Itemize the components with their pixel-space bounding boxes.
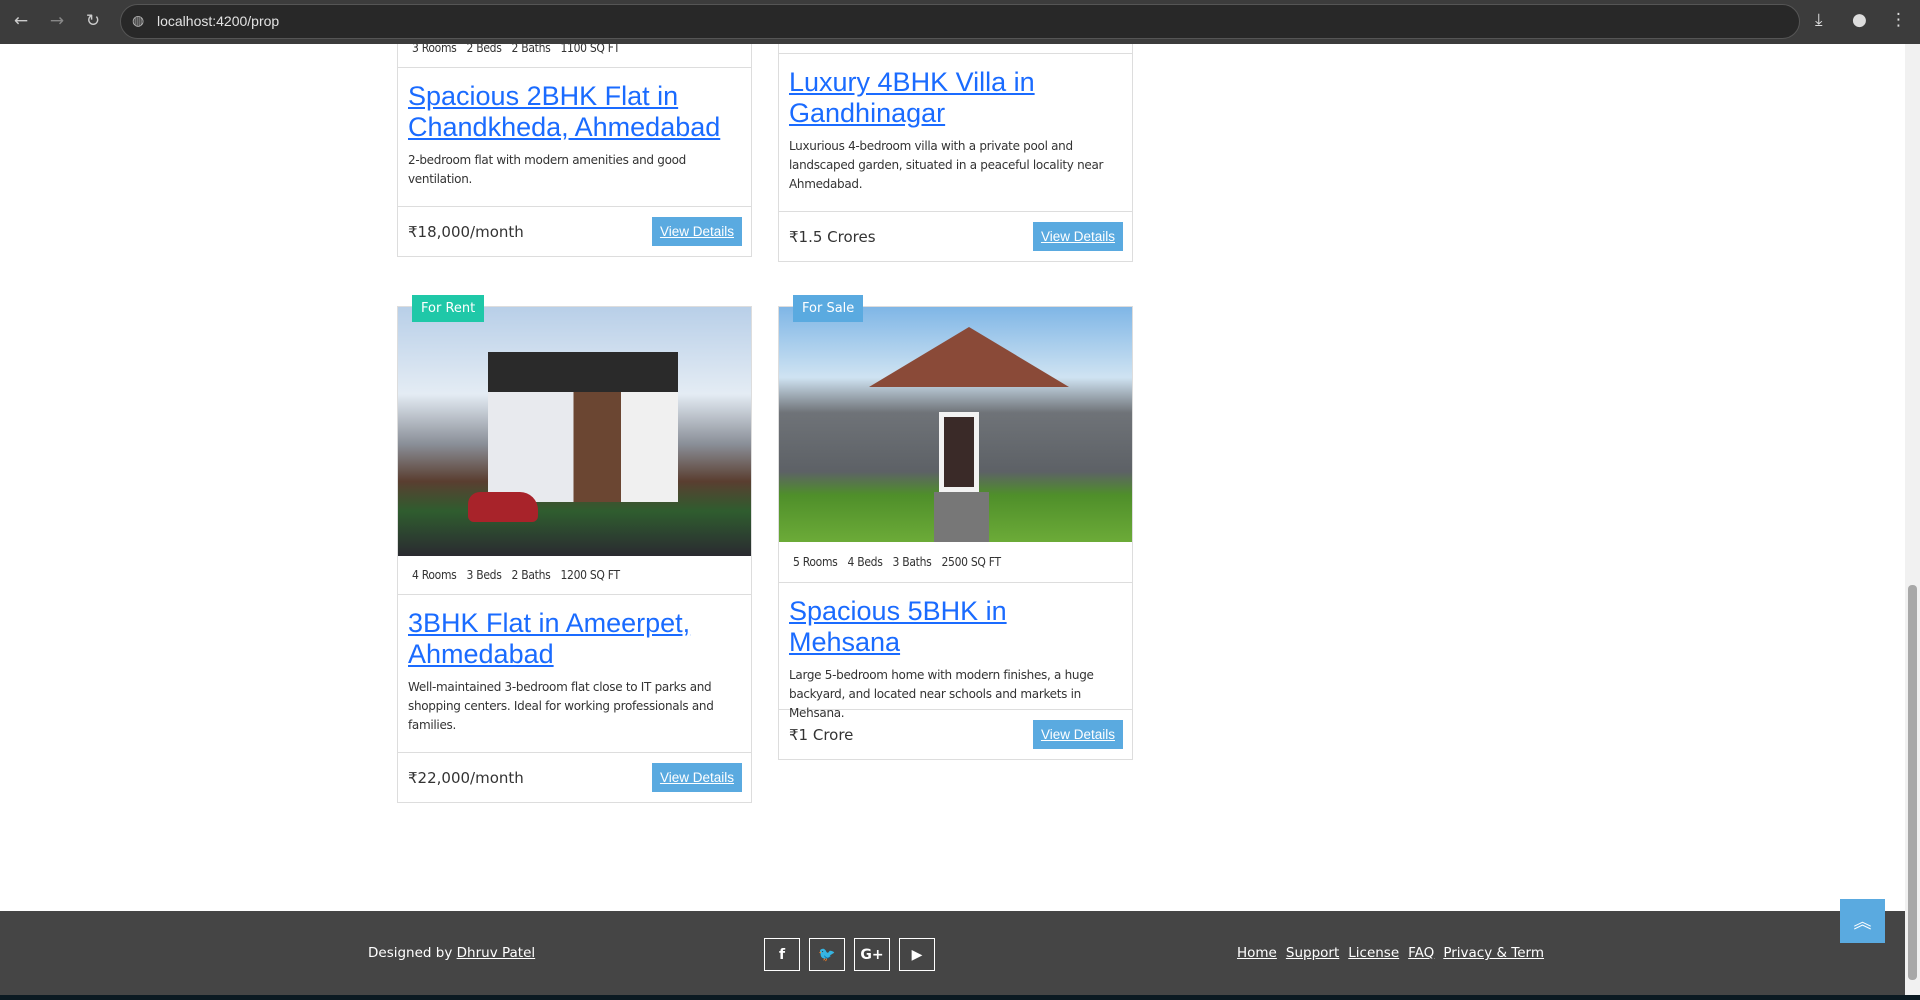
roof-shape bbox=[869, 327, 1069, 387]
home-link[interactable]: Home bbox=[1237, 945, 1277, 961]
property-description: Luxurious 4-bedroom villa with a private… bbox=[789, 139, 1104, 191]
house-shape bbox=[488, 352, 678, 502]
property-title-link[interactable]: Spacious 2BHK Flat in Chandkheda, Ahmeda… bbox=[408, 81, 741, 143]
back-icon[interactable]: ← bbox=[10, 11, 32, 31]
property-price: ₹1 Crore bbox=[789, 725, 854, 744]
car-shape bbox=[468, 492, 538, 522]
url-text[interactable]: localhost:4200/prop bbox=[157, 13, 279, 29]
property-features: 4 Rooms 3 Beds 2 Baths 1200 SQ FT bbox=[398, 556, 751, 595]
view-details-button[interactable]: View Details bbox=[1032, 720, 1123, 749]
property-image[interactable]: For Rent bbox=[398, 295, 751, 556]
view-details-button[interactable]: View Details bbox=[651, 217, 742, 246]
author-link[interactable]: Dhruv Patel bbox=[457, 945, 536, 961]
credit: Designed by Dhruv Patel bbox=[368, 945, 535, 961]
property-title-link[interactable]: Spacious 5BHK in Mehsana bbox=[789, 596, 1122, 658]
property-title-link[interactable]: 3BHK Flat in Ameerpet, Ahmedabad bbox=[408, 608, 741, 670]
scrollbar[interactable] bbox=[1905, 44, 1920, 995]
youtube-icon[interactable]: ▶ bbox=[899, 938, 935, 971]
property-image[interactable]: For Sale bbox=[779, 295, 1132, 542]
reload-icon[interactable]: ↻ bbox=[82, 11, 104, 31]
scroll-to-top-button[interactable]: ︽ bbox=[1840, 899, 1885, 943]
area: 1200 SQ FT bbox=[560, 568, 620, 582]
taskbar-edge bbox=[0, 995, 1920, 1000]
property-features: 5 Rooms 4 Beds 3 Baths 2500 SQ FT bbox=[779, 542, 1132, 583]
baths: 3 Baths bbox=[892, 555, 932, 569]
menu-icon[interactable]: ⋮ bbox=[1890, 10, 1907, 30]
double-chevron-up-icon: ︽ bbox=[1853, 912, 1872, 933]
google-plus-icon[interactable]: G+ bbox=[854, 938, 890, 971]
property-price: ₹18,000/month bbox=[408, 222, 524, 241]
baths: 2 Baths bbox=[511, 568, 551, 582]
property-price: ₹22,000/month bbox=[408, 768, 524, 787]
browser-toolbar: ← → ↻ ◍ localhost:4200/prop ⤓ ● ⋮ bbox=[0, 0, 1920, 44]
view-details-button[interactable]: View Details bbox=[1032, 222, 1123, 251]
property-description: Well-maintained 3-bedroom flat close to … bbox=[408, 680, 714, 732]
footer-links: Home Support License FAQ Privacy & Term bbox=[1237, 945, 1553, 961]
site-info-icon[interactable]: ◍ bbox=[132, 13, 144, 29]
beds: 3 Beds bbox=[466, 568, 502, 582]
for-rent-badge: For Rent bbox=[412, 295, 485, 322]
license-link[interactable]: License bbox=[1348, 945, 1399, 961]
download-icon[interactable]: ⤓ bbox=[1815, 10, 1823, 30]
profile-icon[interactable]: ● bbox=[1852, 10, 1867, 30]
property-card: For Rent 4 Rooms 3 Beds 2 Baths 1200 SQ … bbox=[397, 295, 752, 803]
footer: Designed by Dhruv Patel f 🐦 G+ ▶ Home Sup… bbox=[0, 911, 1905, 995]
walkway-shape bbox=[934, 492, 989, 542]
property-title-link[interactable]: Luxury 4BHK Villa in Gandhinagar bbox=[789, 67, 1122, 129]
beds: 4 Beds bbox=[847, 555, 883, 569]
facebook-icon[interactable]: f bbox=[764, 938, 800, 971]
property-price: ₹1.5 Crores bbox=[789, 227, 876, 246]
privacy-link[interactable]: Privacy & Term bbox=[1443, 945, 1544, 961]
designed-by-label: Designed by bbox=[368, 945, 453, 961]
property-description: 2-bedroom flat with modern amenities and… bbox=[408, 153, 686, 186]
rooms: 4 Rooms bbox=[412, 568, 457, 582]
scrollbar-thumb[interactable] bbox=[1908, 585, 1917, 980]
support-link[interactable]: Support bbox=[1286, 945, 1339, 961]
property-card: For Sale 5 Rooms 4 Beds 3 Baths 2500 SQ … bbox=[778, 295, 1133, 760]
view-details-button[interactable]: View Details bbox=[651, 763, 742, 792]
twitter-icon[interactable]: 🐦 bbox=[809, 938, 845, 971]
for-sale-badge: For Sale bbox=[793, 295, 864, 322]
forward-icon[interactable]: → bbox=[46, 11, 68, 31]
rooms: 5 Rooms bbox=[793, 555, 838, 569]
door-shape bbox=[939, 412, 979, 492]
faq-link[interactable]: FAQ bbox=[1408, 945, 1434, 961]
area: 2500 SQ FT bbox=[941, 555, 1001, 569]
address-bar[interactable]: ◍ localhost:4200/prop bbox=[120, 4, 1800, 39]
